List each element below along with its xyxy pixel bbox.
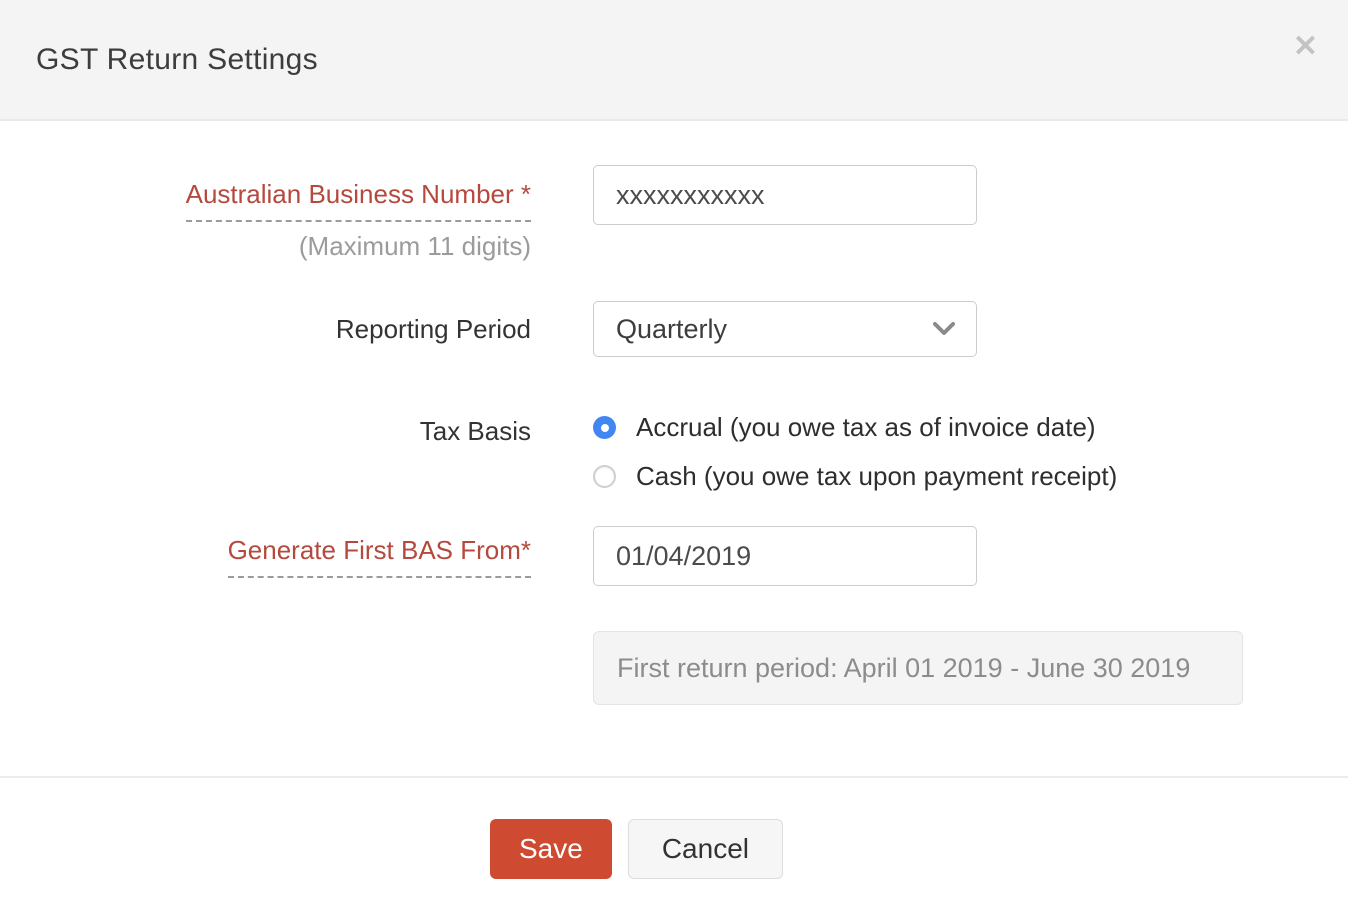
first-return-period-note: First return period: April 01 2019 - Jun… xyxy=(593,631,1243,705)
modal-header: GST Return Settings ✕ xyxy=(0,0,1348,121)
tax-basis-option-cash[interactable]: Cash (you owe tax upon payment receipt) xyxy=(593,461,1117,492)
generate-first-bas-label: Generate First BAS From* xyxy=(228,535,531,578)
reporting-period-value: Quarterly xyxy=(616,314,727,345)
modal-body: Australian Business Number * (Maximum 11… xyxy=(0,121,1348,705)
tax-basis-row: Tax Basis Accrual (you owe tax as of inv… xyxy=(0,412,1348,492)
close-icon[interactable]: ✕ xyxy=(1293,32,1318,62)
generate-first-bas-row: Generate First BAS From* xyxy=(0,526,1348,586)
abn-label: Australian Business Number * xyxy=(186,179,531,222)
tax-basis-option-accrual[interactable]: Accrual (you owe tax as of invoice date) xyxy=(593,412,1117,443)
abn-label-block: Australian Business Number * (Maximum 11… xyxy=(0,165,531,262)
chevron-down-icon xyxy=(932,321,956,337)
modal-footer: Save Cancel xyxy=(0,778,1348,879)
generate-first-bas-input[interactable] xyxy=(593,526,977,586)
note-row: First return period: April 01 2019 - Jun… xyxy=(0,631,1348,705)
abn-field xyxy=(593,165,977,225)
cancel-button[interactable]: Cancel xyxy=(628,819,783,879)
radio-selected-icon xyxy=(593,416,616,439)
radio-unselected-icon xyxy=(593,465,616,488)
abn-row: Australian Business Number * (Maximum 11… xyxy=(0,165,1348,262)
tax-basis-option-cash-label: Cash (you owe tax upon payment receipt) xyxy=(636,461,1117,492)
reporting-period-label: Reporting Period xyxy=(336,314,531,344)
reporting-period-select[interactable]: Quarterly xyxy=(593,301,977,357)
page-title: GST Return Settings xyxy=(36,43,318,77)
tax-basis-option-accrual-label: Accrual (you owe tax as of invoice date) xyxy=(636,412,1096,443)
save-button[interactable]: Save xyxy=(490,819,612,879)
abn-hint: (Maximum 11 digits) xyxy=(0,231,531,262)
tax-basis-label: Tax Basis xyxy=(420,416,531,446)
abn-input[interactable] xyxy=(593,165,977,225)
reporting-period-row: Reporting Period Quarterly xyxy=(0,301,1348,357)
